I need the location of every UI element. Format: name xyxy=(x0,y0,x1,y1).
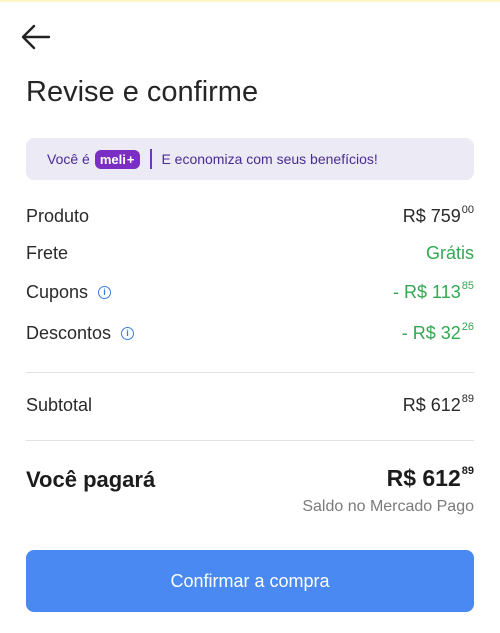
confirm-purchase-button[interactable]: Confirmar a compra xyxy=(26,550,474,612)
row-label: Produto xyxy=(26,206,90,226)
banner-prefix: Você é xyxy=(47,151,90,167)
total-label: Você pagará xyxy=(26,467,156,492)
row-label: Descontos xyxy=(26,323,112,343)
row-label: Subtotal xyxy=(26,395,93,415)
summary-row-cupons: Cupons i - R$ 113 85 xyxy=(26,280,474,303)
row-label: Cupons xyxy=(26,282,89,302)
summary-row-descontos: Descontos i - R$ 32 26 xyxy=(26,321,474,344)
payment-method: Saldo no Mercado Pago xyxy=(302,498,474,515)
summary-row-produto: Produto R$ 759 00 xyxy=(26,204,474,227)
divider xyxy=(26,440,474,441)
banner-message: E economiza com seus benefícios! xyxy=(161,151,378,167)
status-strip xyxy=(0,0,500,2)
info-icon[interactable]: i xyxy=(98,286,112,299)
meli-plus-banner[interactable]: Você é meli + E economiza com seus benefí… xyxy=(26,138,474,180)
page-title: Revise e confirme xyxy=(26,76,259,108)
info-icon[interactable]: i xyxy=(121,327,135,340)
discount-amount: - R$ 32 26 xyxy=(401,321,474,343)
shipping-value: Grátis xyxy=(425,243,474,263)
row-label: Frete xyxy=(26,243,69,263)
arrow-left-icon xyxy=(21,24,51,50)
back-button[interactable] xyxy=(20,22,52,52)
banner-divider xyxy=(150,149,153,169)
subtotal-amount: R$ 612 89 xyxy=(402,393,474,415)
coupon-amount: - R$ 113 85 xyxy=(393,280,474,302)
summary-row-subtotal: Subtotal R$ 612 89 xyxy=(26,393,474,416)
total-amount: R$ 612 89 xyxy=(386,465,474,491)
row-amount: R$ 759 00 xyxy=(402,204,474,226)
meli-plus-logo: meli + xyxy=(94,149,141,169)
summary-row-frete: Frete Grátis xyxy=(26,243,474,264)
divider xyxy=(26,372,474,373)
